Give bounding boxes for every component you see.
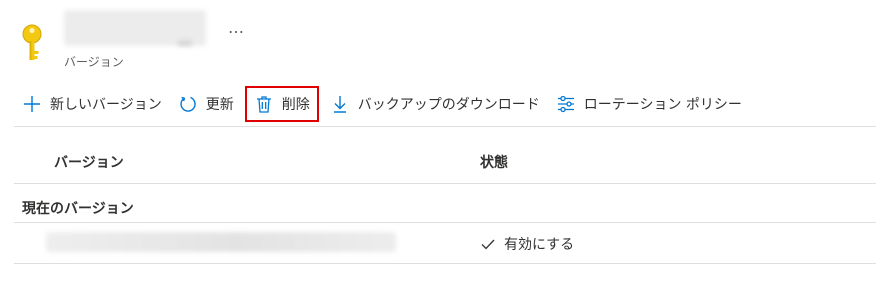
- command-bar: 新しいバージョン 更新 削除 バックアップのダウンロード ローテーション ポリシ…: [14, 86, 750, 122]
- checkmark-icon: [480, 236, 496, 252]
- page-subtitle: バージョン: [64, 55, 124, 69]
- new-version-label: 新しいバージョン: [50, 97, 162, 113]
- key-icon: [22, 24, 42, 60]
- resource-header: … バージョン: [0, 0, 876, 80]
- header-divider: [14, 183, 876, 184]
- download-backup-button[interactable]: バックアップのダウンロード: [322, 87, 548, 121]
- new-version-button[interactable]: 新しいバージョン: [14, 87, 170, 121]
- column-header-version[interactable]: バージョン: [54, 152, 124, 172]
- row-divider: [14, 263, 876, 264]
- delete-button[interactable]: 削除: [244, 86, 319, 122]
- refresh-button[interactable]: 更新: [170, 87, 242, 121]
- toolbar-divider: [14, 126, 876, 127]
- download-backup-label: バックアップのダウンロード: [357, 97, 540, 113]
- more-options-icon[interactable]: …: [228, 18, 245, 37]
- refresh-icon: [178, 94, 198, 114]
- resource-title-redacted-tail: [178, 40, 192, 46]
- trash-icon: [254, 94, 274, 114]
- delete-label: 削除: [281, 97, 310, 113]
- sliders-icon: [556, 94, 576, 114]
- current-version-group-label[interactable]: 現在のバージョン: [22, 198, 134, 218]
- rotation-policy-button[interactable]: ローテーション ポリシー: [548, 87, 750, 121]
- refresh-label: 更新: [205, 97, 234, 113]
- version-id-redacted[interactable]: [46, 232, 396, 252]
- plus-icon: [22, 94, 42, 114]
- rotation-policy-label: ローテーション ポリシー: [583, 97, 742, 113]
- group-divider: [14, 222, 876, 223]
- status-cell: 有効にする: [480, 234, 574, 254]
- column-header-status[interactable]: 状態: [480, 152, 508, 172]
- status-label: 有効にする: [504, 237, 575, 253]
- download-icon: [330, 94, 350, 114]
